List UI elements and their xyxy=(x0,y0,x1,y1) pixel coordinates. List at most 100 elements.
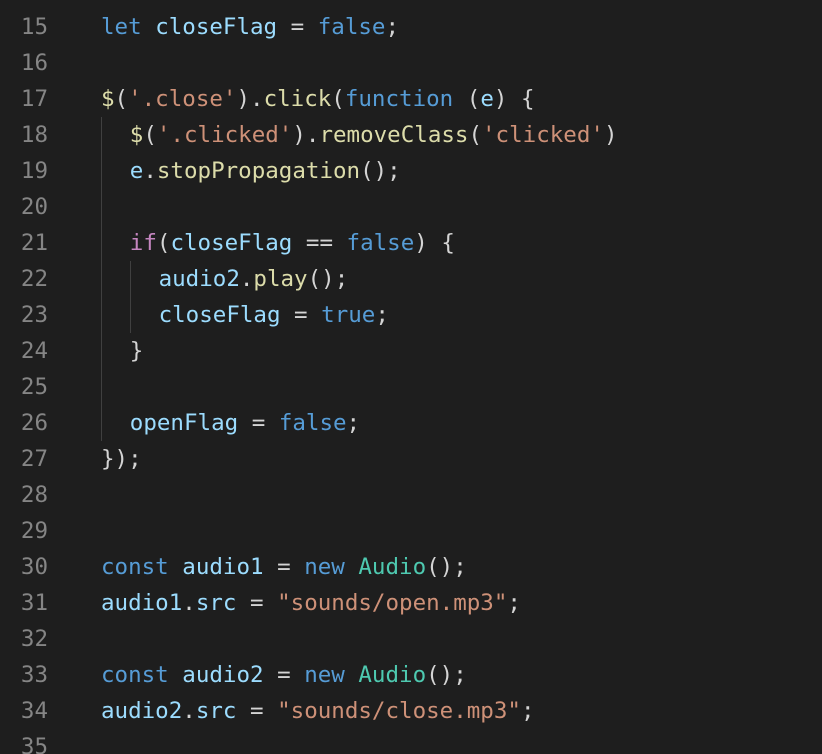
code-token: ; xyxy=(520,698,535,724)
code-line[interactable]: 25 xyxy=(0,369,822,405)
code-token: if xyxy=(129,230,157,256)
code-line[interactable]: 34 audio2.src = "sounds/close.mp3"; xyxy=(0,693,822,729)
code-token: ) { xyxy=(414,230,455,256)
code-token: click xyxy=(263,86,332,112)
code-line[interactable]: 29 xyxy=(0,513,822,549)
code-token: = xyxy=(280,302,322,328)
code-line[interactable]: 24} xyxy=(0,333,822,369)
line-number: 34 xyxy=(20,698,48,724)
code-token: play xyxy=(253,266,308,292)
line-number: 16 xyxy=(20,50,48,76)
code-line[interactable]: 18 $('.clicked').removeClass('clicked') xyxy=(0,117,822,153)
indent-guide xyxy=(129,261,131,333)
code-token: false xyxy=(346,230,415,256)
line-number: 29 xyxy=(20,518,48,544)
code-line[interactable]: 32 xyxy=(0,621,822,657)
code-text: closeFlag = true; xyxy=(159,297,389,333)
code-text: $('.clicked').removeClass('clicked') xyxy=(130,117,618,153)
code-text: if(closeFlag == false) { xyxy=(130,225,455,261)
code-token: new xyxy=(304,662,345,688)
line-number: 26 xyxy=(20,410,48,436)
line-number: 27 xyxy=(20,446,48,472)
line-number: 15 xyxy=(20,14,48,40)
code-token: 'clicked' xyxy=(482,122,604,148)
code-token: "sounds/close.mp3" xyxy=(277,698,521,724)
code-token: audio2 xyxy=(101,698,183,724)
code-text: } xyxy=(130,333,144,369)
code-token: . xyxy=(143,158,157,184)
code-token: ) xyxy=(603,122,618,148)
code-text: audio2.play(); xyxy=(159,261,349,297)
code-token: ( xyxy=(331,86,345,112)
code-token: src xyxy=(195,698,237,724)
code-line[interactable]: 17 $('.close').click(function (e) { xyxy=(0,81,822,117)
code-token: = xyxy=(263,554,305,580)
code-token: $ xyxy=(101,86,115,112)
code-token: ). xyxy=(236,86,264,112)
code-token: . xyxy=(239,266,254,292)
code-token: ( xyxy=(453,86,481,112)
code-text: const audio1 = new Audio(); xyxy=(101,549,467,585)
code-line[interactable]: 31 audio1.src = "sounds/open.mp3"; xyxy=(0,585,822,621)
code-token: closeFlag xyxy=(170,230,293,256)
code-line[interactable]: 35 xyxy=(0,729,822,754)
code-text: }); xyxy=(101,441,142,477)
code-line[interactable]: 20 xyxy=(0,189,822,225)
code-line[interactable]: 30 const audio1 = new Audio(); xyxy=(0,549,822,585)
code-line[interactable]: 22 audio2.play(); xyxy=(0,261,822,297)
code-token: $ xyxy=(129,122,144,148)
code-token: } xyxy=(129,338,144,364)
code-token: closeFlag xyxy=(158,302,281,328)
code-token: = xyxy=(236,590,278,616)
code-token: ( xyxy=(156,230,171,256)
line-number: 21 xyxy=(20,230,48,256)
code-token: . xyxy=(182,698,196,724)
code-token: audio2 xyxy=(182,662,264,688)
code-line[interactable]: 28 xyxy=(0,477,822,513)
code-token: (); xyxy=(360,158,401,184)
code-token: let xyxy=(101,14,142,40)
code-text: let closeFlag = false; xyxy=(101,9,399,45)
code-line[interactable]: 16 xyxy=(0,45,822,81)
line-number: 25 xyxy=(20,374,48,400)
code-text: e.stopPropagation(); xyxy=(130,153,401,189)
code-line[interactable]: 21 if(closeFlag == false) { xyxy=(0,225,822,261)
code-token: Audio xyxy=(358,662,427,688)
code-line[interactable]: 26 openFlag = false; xyxy=(0,405,822,441)
code-token: ( xyxy=(143,122,157,148)
code-token: = xyxy=(238,410,279,436)
code-text: $('.close').click(function (e) { xyxy=(101,81,535,117)
line-number: 18 xyxy=(20,122,48,148)
code-line[interactable]: 33 const audio2 = new Audio(); xyxy=(0,657,822,693)
code-editor[interactable]: 15 let closeFlag = false; 16 17 $('.close').… xyxy=(0,0,822,754)
code-token: ; xyxy=(385,14,400,40)
code-token: (); xyxy=(426,554,467,580)
line-number: 35 xyxy=(20,734,48,754)
code-token: ( xyxy=(468,122,483,148)
code-line[interactable]: 15 let closeFlag = false; xyxy=(0,9,822,45)
line-number: 23 xyxy=(20,302,48,328)
line-number: 17 xyxy=(20,86,48,112)
code-token: . xyxy=(182,590,196,616)
code-token: "sounds/open.mp3" xyxy=(277,590,508,616)
code-token: audio1 xyxy=(182,554,264,580)
code-token: = xyxy=(236,698,278,724)
code-token: removeClass xyxy=(319,122,469,148)
code-token: }); xyxy=(101,446,142,472)
code-token: = xyxy=(263,662,305,688)
line-number: 30 xyxy=(20,554,48,580)
code-line[interactable]: 27}); xyxy=(0,441,822,477)
code-text: openFlag = false; xyxy=(130,405,360,441)
code-line[interactable]: 23 closeFlag = true; xyxy=(0,297,822,333)
code-token: ). xyxy=(292,122,320,148)
code-token: false xyxy=(278,410,347,436)
code-line[interactable]: 19 e.stopPropagation(); xyxy=(0,153,822,189)
code-token: == xyxy=(292,230,347,256)
code-token: false xyxy=(317,14,386,40)
line-number: 20 xyxy=(20,194,48,220)
line-number: 19 xyxy=(20,158,48,184)
code-token: ( xyxy=(114,86,129,112)
code-token: '.clicked' xyxy=(156,122,293,148)
line-number: 24 xyxy=(20,338,48,364)
